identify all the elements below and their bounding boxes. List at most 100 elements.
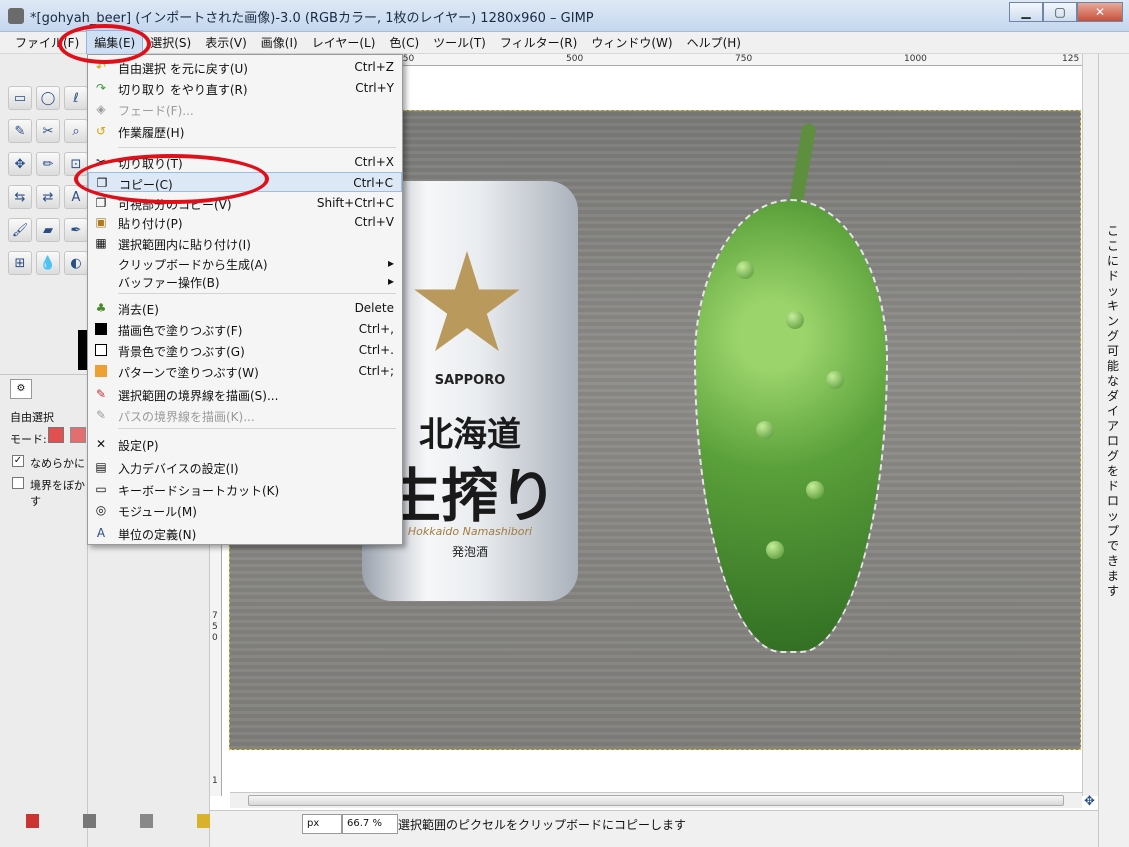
star-logo-icon xyxy=(414,251,520,352)
tool-options-tab[interactable]: ⚙ xyxy=(10,379,32,399)
menu-fade[interactable]: ◈ フェード(F)... xyxy=(88,99,402,119)
antialias-label: なめらかに xyxy=(30,457,85,470)
menu-fill-pattern[interactable]: パターンで塗りつぶす(W) Ctrl+; xyxy=(88,361,402,381)
menu-windows[interactable]: ウィンドウ(W) xyxy=(584,31,679,54)
blur-icon[interactable]: 💧 xyxy=(36,251,60,275)
menu-separator xyxy=(118,293,396,294)
gourd-bump xyxy=(806,481,824,499)
keyboard-icon: ▭ xyxy=(95,482,107,496)
eraser-icon[interactable]: ▰ xyxy=(36,218,60,242)
menu-buffers[interactable]: バッファー操作(B) ▸ xyxy=(88,271,402,291)
menu-clear[interactable]: ♣ 消去(E) Delete xyxy=(88,298,402,318)
ruler-tick: 1000 xyxy=(904,54,927,64)
menu-image[interactable]: 画像(I) xyxy=(254,31,305,54)
free-select-icon[interactable]: ℓ xyxy=(64,86,88,110)
airbrush-icon[interactable]: ✒ xyxy=(64,218,88,242)
paste-icon: ▣ xyxy=(95,215,107,229)
edit-menu-dropdown: ↶ 自由選択 を元に戻す(U) Ctrl+Z ↷ 切り取り をやり直す(R) Ctrl+… xyxy=(87,54,403,545)
menu-view[interactable]: 表示(V) xyxy=(198,31,254,54)
horizontal-scroll-thumb[interactable] xyxy=(248,795,1064,806)
history-icon: ↺ xyxy=(95,124,107,138)
gourd-bump xyxy=(826,371,844,389)
gimp-app-icon xyxy=(8,8,24,24)
stroke-selection-icon: ✎ xyxy=(95,387,107,401)
window-controls: ▁ ▢ ✕ xyxy=(1009,2,1123,22)
menu-input-devices[interactable]: ▤ 入力デバイスの設定(I) xyxy=(88,457,402,477)
paste-into-icon: ▦ xyxy=(95,236,107,250)
menu-help[interactable]: ヘルプ(H) xyxy=(680,31,748,54)
menu-fill-fg[interactable]: 描画色で塗りつぶす(F) Ctrl+, xyxy=(88,319,402,339)
menu-select[interactable]: 選択(S) xyxy=(143,31,198,54)
ruler-tick: 750 xyxy=(735,54,753,64)
menu-history[interactable]: ↺ 作業履歴(H) xyxy=(88,121,402,141)
rect-select-icon[interactable]: ▭ xyxy=(8,86,32,110)
menu-filters[interactable]: フィルター(R) xyxy=(493,31,584,54)
menu-modules[interactable]: ◎ モジュール(M) xyxy=(88,500,402,520)
menu-undo[interactable]: ↶ 自由選択 を元に戻す(U) Ctrl+Z xyxy=(88,57,402,77)
minimize-button[interactable]: ▁ xyxy=(1009,2,1043,22)
menu-units[interactable]: A 単位の定義(N) xyxy=(88,523,402,543)
gourd-bump xyxy=(736,261,754,279)
menu-colors[interactable]: 色(C) xyxy=(382,31,426,54)
vertical-scrollbar[interactable] xyxy=(1082,54,1098,796)
move-icon[interactable]: ✥ xyxy=(8,152,32,176)
title-bar: *[gohyah_beer] (インポートされた画像)-3.0 (RGBカラー,… xyxy=(0,0,1129,32)
tool-options-panel: ⚙ 自由選択 モード: ✓ なめらかに 境界をぼかす xyxy=(0,374,88,514)
stamp-icon[interactable]: ⊞ xyxy=(8,251,32,275)
maximize-button[interactable]: ▢ xyxy=(1043,2,1077,22)
reset-options-icon[interactable] xyxy=(197,814,210,828)
restore-options-icon[interactable] xyxy=(83,814,96,828)
menu-tools[interactable]: ツール(T) xyxy=(426,31,493,54)
dodge-icon[interactable]: ◐ xyxy=(64,251,88,275)
delete-options-icon[interactable] xyxy=(140,814,153,828)
menu-paste-as[interactable]: クリップボードから生成(A) ▸ xyxy=(88,253,402,273)
feather-checkbox[interactable] xyxy=(12,477,24,489)
zoom-select[interactable]: 66.7 % xyxy=(342,814,398,834)
gourd-bump xyxy=(756,421,774,439)
save-options-icon[interactable] xyxy=(26,814,39,828)
mode-add-button[interactable] xyxy=(70,427,86,443)
scissors-select-icon[interactable]: ✂ xyxy=(36,119,60,143)
annotation-ellipse-copy xyxy=(74,154,269,204)
toolbox: ▭ ◯ ℓ ✎ ✂ ⌕ ✥ ✏ ⊡ ⇆ ⇄ A 🖌 ▰ ✒ ⊞ 💧 ◐ ⚙ 自由… xyxy=(0,54,88,847)
ruler-tick: 1 xyxy=(212,776,218,786)
antialias-checkbox[interactable]: ✓ xyxy=(12,455,24,467)
bg-fill-icon xyxy=(95,344,107,356)
zoom-icon[interactable]: ⌕ xyxy=(64,119,88,143)
menu-separator xyxy=(118,428,396,429)
flip-icon[interactable]: ⇄ xyxy=(36,185,60,209)
menu-fill-bg[interactable]: 背景色で塗りつぶす(G) Ctrl+. xyxy=(88,340,402,360)
paintbrush-icon[interactable]: 🖌 xyxy=(8,218,32,242)
pattern-fill-icon xyxy=(95,365,107,377)
menu-redo[interactable]: ↷ 切り取り をやり直す(R) Ctrl+Y xyxy=(88,78,402,98)
gourd-bump xyxy=(786,311,804,329)
menu-paste-into[interactable]: ▦ 選択範囲内に貼り付け(I) xyxy=(88,233,402,253)
ruler-tick: 5 xyxy=(212,622,218,632)
submenu-arrow-icon: ▸ xyxy=(387,274,394,288)
color-picker-icon[interactable]: ✎ xyxy=(8,119,32,143)
menu-paste[interactable]: ▣ 貼り付け(P) Ctrl+V xyxy=(88,212,402,232)
preferences-icon: ✕ xyxy=(95,437,107,451)
menu-keyboard-shortcuts[interactable]: ▭ キーボードショートカット(K) xyxy=(88,479,402,499)
ellipse-select-icon[interactable]: ◯ xyxy=(36,86,60,110)
transform-icon[interactable]: ⇆ xyxy=(8,185,32,209)
pencil-icon[interactable]: ✏ xyxy=(36,152,60,176)
mode-label: モード: xyxy=(10,433,47,446)
window-title: *[gohyah_beer] (インポートされた画像)-3.0 (RGBカラー,… xyxy=(30,11,594,26)
unit-select[interactable]: px xyxy=(302,814,342,834)
close-button[interactable]: ✕ xyxy=(1077,2,1123,22)
horizontal-scrollbar[interactable] xyxy=(230,792,1082,808)
status-bar: px 66.7 % 選択範囲のピクセルをクリップボードにコピーします xyxy=(210,810,1098,836)
menu-stroke-path[interactable]: ✎ パスの境界線を描画(K)... xyxy=(88,405,402,425)
gourd-bump xyxy=(766,541,784,559)
stroke-path-icon: ✎ xyxy=(95,408,107,422)
menu-stroke-selection[interactable]: ✎ 選択範囲の境界線を描画(S)... xyxy=(88,384,402,404)
fg-fill-icon xyxy=(95,323,107,335)
menu-layer[interactable]: レイヤー(L) xyxy=(305,31,383,54)
navigate-icon[interactable]: ✥ xyxy=(1084,794,1098,809)
menu-preferences[interactable]: ✕ 設定(P) xyxy=(88,434,402,454)
ruler-tick: 0 xyxy=(212,633,218,643)
toolbox-bottom-buttons xyxy=(0,814,210,840)
mode-replace-button[interactable] xyxy=(48,427,64,443)
can-type: 発泡酒 xyxy=(451,545,488,559)
